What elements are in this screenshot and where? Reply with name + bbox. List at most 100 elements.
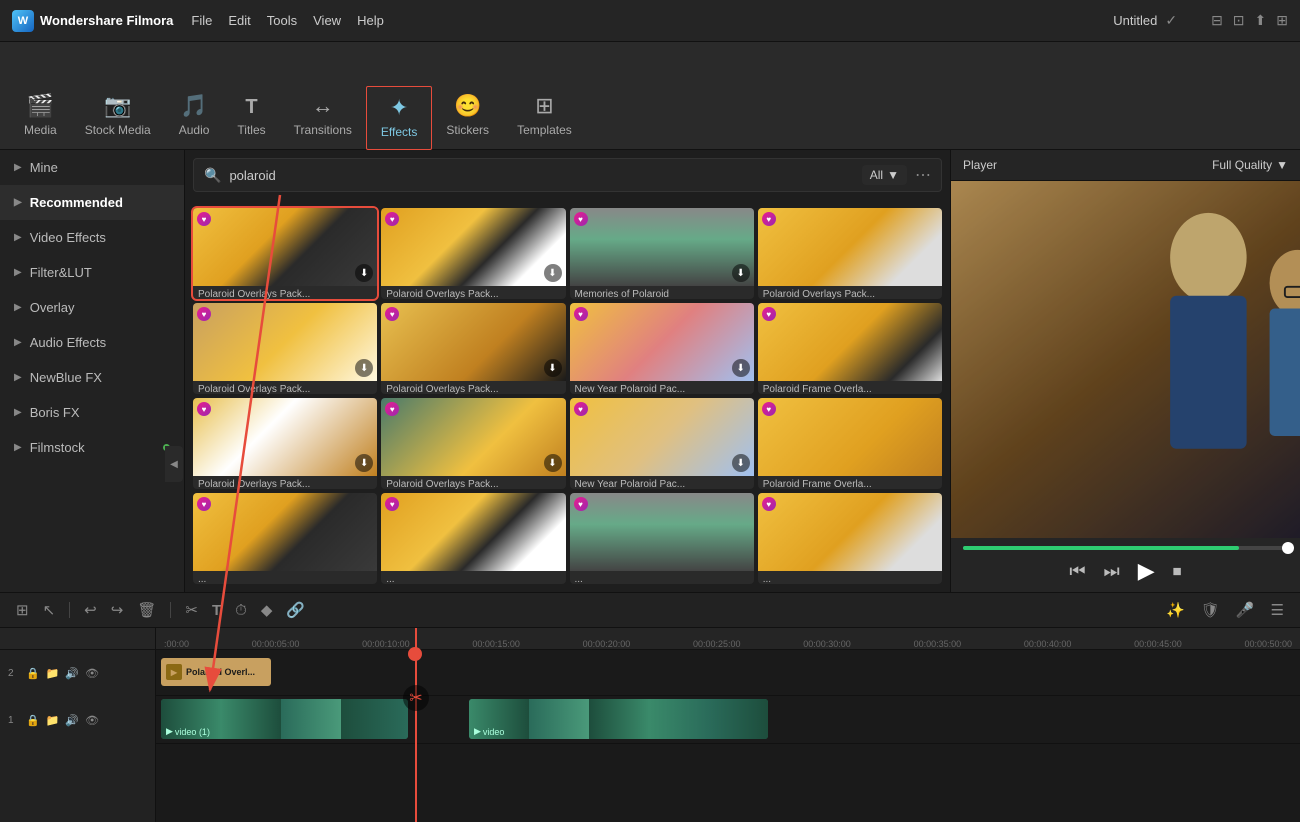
card-download-2[interactable]: ⬇ (544, 264, 562, 282)
tab-stickers[interactable]: 😊 Stickers (432, 85, 503, 149)
video-clip-1[interactable]: ▶ video (1) (161, 699, 408, 739)
sidebar-item-video-effects[interactable]: ▶ Video Effects (0, 220, 184, 255)
sidebar-filmstock-label: Filmstock (30, 440, 85, 455)
step-forward-btn[interactable]: ⏭ (1104, 561, 1120, 582)
card-badge-4: ♥ (762, 212, 776, 226)
list-btn[interactable]: ☰ (1267, 599, 1288, 621)
search-more-btn[interactable]: ⋯ (915, 165, 931, 185)
effect-card-1[interactable]: ♥⬇Polaroid Overlays Pack... (193, 208, 377, 299)
delete-btn[interactable]: 🗑 (133, 599, 160, 621)
select-tool-btn[interactable]: ↖ (39, 599, 60, 621)
card-download-5[interactable]: ⬇ (355, 359, 373, 377)
effect-card-12[interactable]: ♥Polaroid Frame Overla... (758, 398, 942, 489)
effect-card-16[interactable]: ♥... (758, 493, 942, 584)
lock-icon-2[interactable]: 🔒 (26, 667, 40, 680)
menu-view[interactable]: View (313, 13, 341, 28)
progress-bar[interactable] (963, 546, 1288, 550)
sidebar-item-newblue-fx[interactable]: ▶ NewBlue FX (0, 360, 184, 395)
card-download-11[interactable]: ⬇ (732, 454, 750, 472)
effect-card-13[interactable]: ♥... (193, 493, 377, 584)
mic-btn[interactable]: 🎤 (1232, 599, 1259, 621)
playhead[interactable] (415, 628, 417, 822)
sidebar-item-filmstock[interactable]: ▶ Filmstock (0, 430, 184, 465)
chevron-right-icon-6: ▶ (14, 337, 22, 348)
sidebar-item-mine[interactable]: ▶ Mine (0, 150, 184, 185)
sidebar-item-recommended[interactable]: ▶ Recommended (0, 185, 184, 220)
card-download-1[interactable]: ⬇ (355, 264, 373, 282)
tab-titles[interactable]: T Titles (223, 88, 279, 149)
search-input[interactable] (229, 168, 853, 183)
search-filter-dropdown[interactable]: All ▼ (862, 165, 907, 185)
folder-icon-1[interactable]: 📁 (46, 714, 60, 727)
eye-icon-2[interactable]: 👁 (85, 667, 99, 680)
tab-media[interactable]: 🎬 Media (10, 85, 71, 149)
timeline: ⊞ ↖ ↩ ↪ 🗑 ✂ T ⏱ ◆ 🔗 ✨ 🛡 🎤 ☰ 2 🔒 📁 🔊 (0, 592, 1300, 822)
card-download-3[interactable]: ⬇ (732, 264, 750, 282)
chevron-right-icon-3: ▶ (14, 232, 22, 243)
tab-templates[interactable]: ⊞ Templates (503, 85, 586, 149)
sidebar-item-filter-lut[interactable]: ▶ Filter&LUT (0, 255, 184, 290)
timer-btn[interactable]: ⏱ (231, 600, 251, 621)
effect-thumb-15: ♥ (570, 493, 754, 571)
sidebar-item-audio-effects[interactable]: ▶ Audio Effects (0, 325, 184, 360)
effect-card-11[interactable]: ♥⬇New Year Polaroid Pac... (570, 398, 754, 489)
volume-icon-2[interactable]: 🔊 (65, 667, 79, 680)
track-2-body[interactable]: ▶ Polaroid Overl... (156, 650, 1300, 695)
link-btn[interactable]: 🔗 (282, 599, 309, 621)
cut-btn[interactable]: ✂ (181, 599, 202, 621)
sidebar-mine-label: Mine (30, 160, 58, 175)
tab-audio[interactable]: 🎵 Audio (165, 85, 224, 149)
tab-stock-media[interactable]: 📷 Stock Media (71, 85, 165, 149)
effect-clip[interactable]: ▶ Polaroid Overl... (161, 658, 271, 686)
win-grid-icon[interactable]: ⊞ (1276, 12, 1288, 29)
text-btn[interactable]: T (208, 600, 225, 621)
card-download-9[interactable]: ⬇ (355, 454, 373, 472)
sidebar-item-boris-fx[interactable]: ▶ Boris FX (0, 395, 184, 430)
tab-transitions[interactable]: ↔ Transitions (280, 85, 366, 149)
effect-card-10[interactable]: ♥⬇Polaroid Overlays Pack... (381, 398, 565, 489)
effect-card-3[interactable]: ♥⬇Memories of Polaroid (570, 208, 754, 299)
lock-icon-1[interactable]: 🔒 (26, 714, 40, 727)
effect-card-4[interactable]: ♥Polaroid Overlays Pack... (758, 208, 942, 299)
video-clip-2[interactable]: ▶ video (469, 699, 768, 739)
menu-edit[interactable]: Edit (228, 13, 250, 28)
sidebar-item-overlay[interactable]: ▶ Overlay (0, 290, 184, 325)
tab-effects[interactable]: ✦ Effects (366, 86, 432, 150)
menu-tools[interactable]: Tools (267, 13, 297, 28)
effect-card-6[interactable]: ♥⬇Polaroid Overlays Pack... (381, 303, 565, 394)
menu-help[interactable]: Help (357, 13, 384, 28)
effect-card-8[interactable]: ♥Polaroid Frame Overla... (758, 303, 942, 394)
magic-btn[interactable]: ✨ (1162, 599, 1189, 621)
play-btn[interactable]: ▶ (1138, 558, 1155, 584)
effect-card-2[interactable]: ♥⬇Polaroid Overlays Pack... (381, 208, 565, 299)
menu-file[interactable]: File (191, 13, 212, 28)
sidebar-collapse-btn[interactable]: ◀ (165, 446, 183, 482)
toolbar: 🎬 Media 📷 Stock Media 🎵 Audio T Titles ↔… (0, 42, 1300, 150)
step-back-btn[interactable]: ⏮ (1069, 561, 1085, 582)
card-download-10[interactable]: ⬇ (544, 454, 562, 472)
effect-card-7[interactable]: ♥⬇New Year Polaroid Pac... (570, 303, 754, 394)
effect-card-14[interactable]: ♥... (381, 493, 565, 584)
effect-title-15: ... (570, 571, 754, 584)
track-1-body[interactable]: ▶ video (1) (156, 696, 1300, 743)
card-download-7[interactable]: ⬇ (732, 359, 750, 377)
add-media-btn[interactable]: ⊞ (12, 599, 33, 621)
effect-card-9[interactable]: ♥⬇Polaroid Overlays Pack... (193, 398, 377, 489)
effect-title-2: Polaroid Overlays Pack... (381, 286, 565, 299)
keyframe-btn[interactable]: ◆ (257, 599, 277, 621)
volume-icon-1[interactable]: 🔊 (65, 714, 79, 727)
folder-icon-2[interactable]: 📁 (46, 667, 60, 680)
eye-icon-1[interactable]: 👁 (85, 714, 99, 727)
undo-btn[interactable]: ↩ (80, 599, 101, 621)
redo-btn[interactable]: ↪ (107, 599, 128, 621)
win-upload-icon[interactable]: ⬆ (1255, 12, 1267, 29)
card-download-6[interactable]: ⬇ (544, 359, 562, 377)
win-layout1-icon[interactable]: ⊟ (1211, 12, 1223, 29)
quality-select[interactable]: Full Quality ▼ (1212, 158, 1288, 172)
stop-btn[interactable]: ⏹ (1173, 561, 1182, 582)
win-layout2-icon[interactable]: ⊡ (1233, 12, 1245, 29)
effect-card-5[interactable]: ♥⬇Polaroid Overlays Pack... (193, 303, 377, 394)
effect-card-15[interactable]: ♥... (570, 493, 754, 584)
main-area: ▶ Mine ▶ Recommended ▶ Video Effects ▶ F… (0, 150, 1300, 592)
shield-btn[interactable]: 🛡 (1197, 599, 1224, 621)
